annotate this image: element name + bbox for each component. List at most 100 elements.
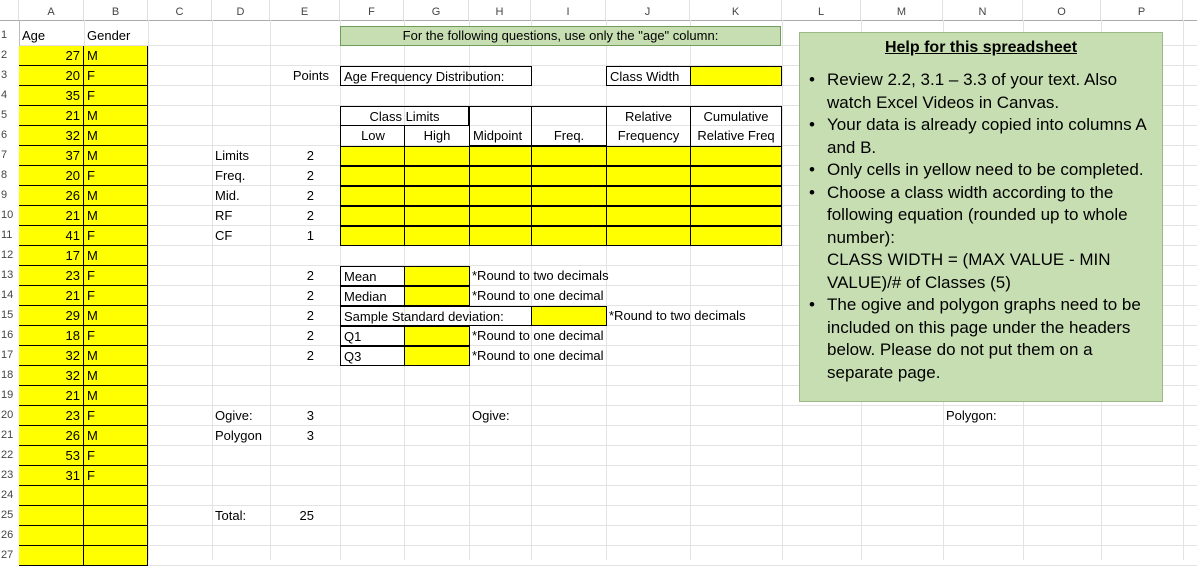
row-header-27[interactable]: 27: [0, 544, 19, 564]
polygon-label[interactable]: Polygon: [212, 426, 272, 446]
row-header-9[interactable]: 9: [0, 184, 19, 204]
freq-table-cell[interactable]: [469, 146, 532, 166]
freq-table-cell[interactable]: [690, 166, 782, 186]
gender-cell[interactable]: M: [84, 46, 148, 66]
gender-cell[interactable]: F: [84, 226, 148, 246]
gender-cell[interactable]: F: [84, 406, 148, 426]
freq-table-cell[interactable]: [531, 186, 607, 206]
age-cell[interactable]: [19, 486, 84, 506]
row-header-4[interactable]: 4: [0, 84, 19, 104]
age-header[interactable]: Age: [19, 26, 84, 46]
stat-note[interactable]: *Round to two decimals: [606, 306, 776, 326]
points-item-value[interactable]: 2: [270, 166, 317, 186]
gender-cell[interactable]: [84, 506, 148, 526]
gender-cell[interactable]: F: [84, 66, 148, 86]
row-header-26[interactable]: 26: [0, 524, 19, 544]
freq-table-cell[interactable]: [690, 206, 782, 226]
row-header-10[interactable]: 10: [0, 204, 19, 224]
row-header-17[interactable]: 17: [0, 344, 19, 364]
gender-cell[interactable]: F: [84, 166, 148, 186]
freq-table-cell[interactable]: [340, 166, 405, 186]
column-header-i[interactable]: I: [531, 0, 606, 20]
freq-table-cell[interactable]: [690, 226, 782, 246]
freq-table-cell[interactable]: [469, 226, 532, 246]
ogive-header[interactable]: Ogive:: [469, 406, 532, 426]
column-header-h[interactable]: H: [469, 0, 531, 20]
points-item-label[interactable]: Limits: [212, 146, 270, 166]
instructions-banner[interactable]: For the following questions, use only th…: [340, 26, 781, 46]
midpoint-header[interactable]: Midpoint: [469, 106, 532, 146]
gender-cell[interactable]: F: [84, 466, 148, 486]
relative-header[interactable]: Relative: [606, 106, 691, 126]
freq-table-cell[interactable]: [606, 146, 691, 166]
row-header-21[interactable]: 21: [0, 424, 19, 444]
age-cell[interactable]: 21: [19, 206, 84, 226]
freq-table-cell[interactable]: [404, 206, 470, 226]
polygon-points[interactable]: 3: [270, 426, 317, 446]
freq-table-cell[interactable]: [340, 206, 405, 226]
gender-cell[interactable]: M: [84, 206, 148, 226]
total-value[interactable]: 25: [270, 506, 317, 526]
gender-cell[interactable]: M: [84, 106, 148, 126]
stat-points[interactable]: 2: [270, 326, 317, 346]
stat-note[interactable]: *Round to one decimal: [469, 346, 639, 366]
gender-cell[interactable]: [84, 546, 148, 566]
column-header-e[interactable]: E: [270, 0, 340, 20]
stat-points[interactable]: 2: [270, 266, 317, 286]
age-cell[interactable]: 26: [19, 426, 84, 446]
age-cell[interactable]: 53: [19, 446, 84, 466]
age-cell[interactable]: 41: [19, 226, 84, 246]
cum-rel-header[interactable]: Relative Freq: [690, 126, 782, 146]
freq-table-cell[interactable]: [606, 226, 691, 246]
points-item-label[interactable]: RF: [212, 206, 270, 226]
ogive-points[interactable]: 3: [270, 406, 317, 426]
freq-table-cell[interactable]: [404, 166, 470, 186]
stat-input-sd[interactable]: [531, 306, 607, 326]
freq-table-cell[interactable]: [340, 186, 405, 206]
class-limits-header[interactable]: Class Limits: [340, 106, 469, 126]
stat-note[interactable]: *Round to one decimal: [469, 286, 639, 306]
gender-cell[interactable]: F: [84, 286, 148, 306]
row-header-7[interactable]: 7: [0, 144, 19, 164]
column-header-b[interactable]: B: [84, 0, 148, 20]
freq-table-cell[interactable]: [469, 206, 532, 226]
stat-label-sd[interactable]: Sample Standard deviation:: [340, 306, 532, 326]
age-cell[interactable]: 29: [19, 306, 84, 326]
age-cell[interactable]: 17: [19, 246, 84, 266]
column-header-f[interactable]: F: [340, 0, 404, 20]
age-cell[interactable]: 27: [19, 46, 84, 66]
gender-cell[interactable]: M: [84, 366, 148, 386]
freq-header[interactable]: Freq.: [531, 106, 607, 146]
low-header[interactable]: Low: [340, 126, 405, 146]
stat-label[interactable]: Q1: [340, 326, 405, 346]
row-header-20[interactable]: 20: [0, 404, 19, 424]
age-cell[interactable]: [19, 526, 84, 546]
age-cell[interactable]: 32: [19, 366, 84, 386]
row-header-18[interactable]: 18: [0, 364, 19, 384]
gender-cell[interactable]: M: [84, 346, 148, 366]
row-header-13[interactable]: 13: [0, 264, 19, 284]
stat-label[interactable]: Mean: [340, 266, 405, 286]
gender-cell[interactable]: M: [84, 246, 148, 266]
gender-cell[interactable]: [84, 486, 148, 506]
row-header-12[interactable]: 12: [0, 244, 19, 264]
freq-table-cell[interactable]: [404, 186, 470, 206]
freq-table-cell[interactable]: [404, 226, 470, 246]
age-cell[interactable]: 20: [19, 166, 84, 186]
points-item-label[interactable]: Freq.: [212, 166, 270, 186]
freq-table-cell[interactable]: [531, 206, 607, 226]
gender-cell[interactable]: M: [84, 186, 148, 206]
column-header-j[interactable]: J: [606, 0, 690, 20]
polygon-header[interactable]: Polygon:: [943, 406, 1023, 426]
freq-table-cell[interactable]: [469, 166, 532, 186]
age-cell[interactable]: 20: [19, 66, 84, 86]
age-cell[interactable]: 18: [19, 326, 84, 346]
age-cell[interactable]: 23: [19, 266, 84, 286]
row-header-3[interactable]: 3: [0, 64, 19, 84]
age-cell[interactable]: 26: [19, 186, 84, 206]
row-header-22[interactable]: 22: [0, 444, 19, 464]
age-cell[interactable]: 21: [19, 286, 84, 306]
row-header-5[interactable]: 5: [0, 104, 19, 124]
freq-table-cell[interactable]: [340, 146, 405, 166]
column-header-l[interactable]: L: [782, 0, 861, 20]
